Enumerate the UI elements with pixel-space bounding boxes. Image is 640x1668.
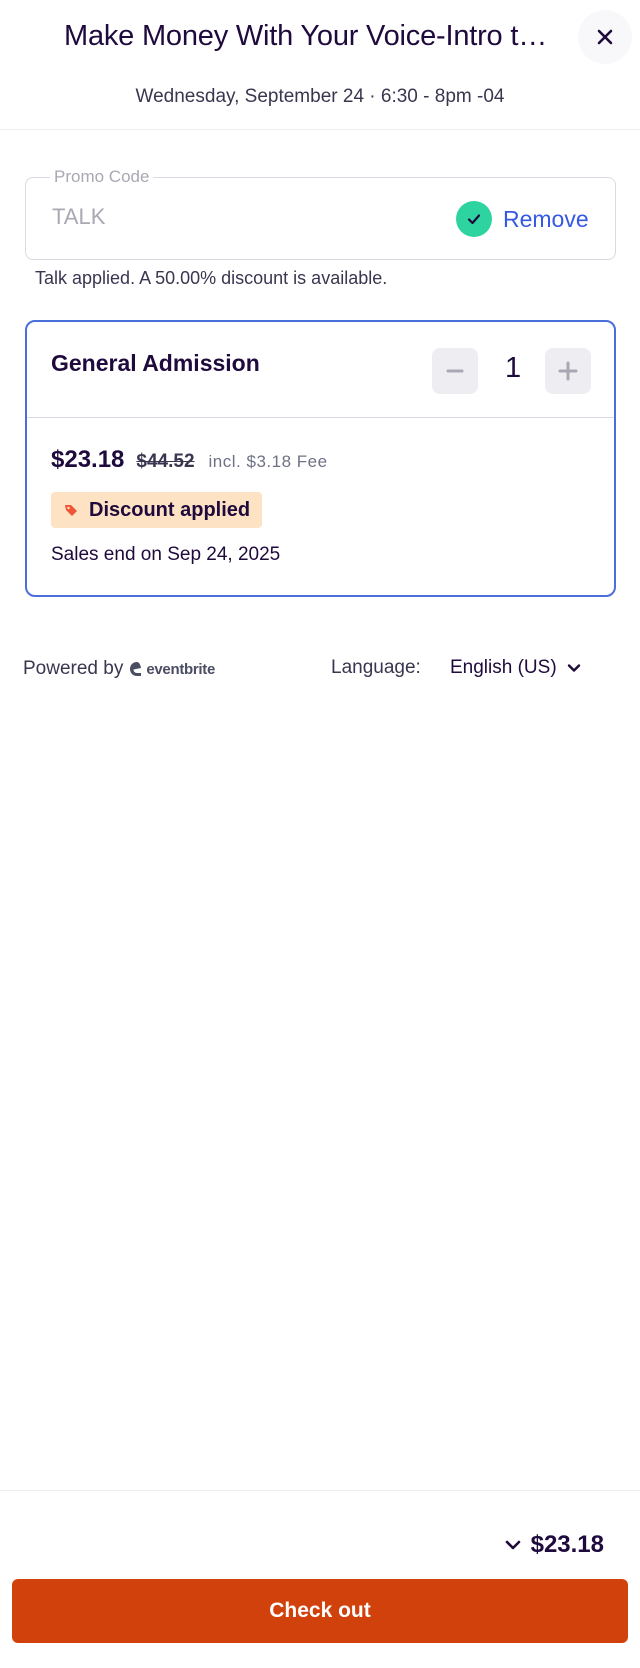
powered-by-label: Powered by [23, 658, 124, 679]
event-date: Wednesday, September 24 · 6:30 - 8pm -04 [135, 86, 505, 107]
ticket-header: General Admission 1 [27, 322, 614, 418]
price-row: $23.18 $44.52 incl. $3.18 Fee [51, 446, 328, 474]
check-circle-icon [456, 201, 492, 237]
order-total-toggle[interactable]: $23.18 [505, 1531, 604, 1559]
eventbrite-logo[interactable]: eventbrite [129, 661, 215, 678]
promo-code-field: Promo Code Remove [25, 167, 616, 260]
tag-icon [63, 501, 81, 519]
checkout-header: Make Money With Your Voice-Intro t… Wedn… [0, 0, 640, 130]
decrease-quantity-button[interactable] [432, 348, 478, 394]
ticket-card: General Admission 1 $23.18 $44.52 incl. … [25, 320, 616, 597]
original-price: $44.52 [136, 451, 195, 472]
sales-end-text: Sales end on Sep 24, 2025 [51, 544, 281, 565]
fee-note: incl. $3.18 Fee [208, 452, 328, 471]
checkout-button[interactable]: Check out [12, 1579, 628, 1643]
increase-quantity-button[interactable] [545, 348, 591, 394]
close-icon [597, 29, 613, 45]
eventbrite-mark-icon [130, 662, 142, 676]
ticket-price: $23.18 [51, 446, 125, 473]
plus-icon [558, 361, 578, 381]
close-button[interactable] [578, 10, 632, 64]
chevron-down-icon [567, 664, 580, 672]
powered-by: Powered by eventbrite [23, 658, 215, 680]
promo-status-message: Talk applied. A 50.00% discount is avail… [35, 268, 388, 288]
chevron-down-icon [505, 1540, 520, 1550]
language-value: English (US) [450, 657, 557, 678]
promo-code-label: Promo Code [50, 167, 154, 187]
quantity-value: 1 [505, 352, 522, 384]
eventbrite-wordmark: eventbrite [146, 660, 216, 678]
language-select[interactable]: English (US) [450, 657, 581, 679]
remove-promo-link[interactable]: Remove [503, 206, 589, 233]
discount-badge: Discount applied [51, 492, 263, 528]
discount-label: Discount applied [89, 498, 251, 521]
event-title: Make Money With Your Voice-Intro t… [64, 20, 547, 52]
ticket-name: General Admission [51, 350, 260, 376]
minus-icon [446, 369, 464, 373]
order-total: $23.18 [530, 1531, 604, 1558]
language-label: Language: [331, 657, 421, 678]
promo-code-input[interactable] [52, 204, 412, 230]
checkout-footer: $23.18 Check out [0, 1490, 640, 1668]
